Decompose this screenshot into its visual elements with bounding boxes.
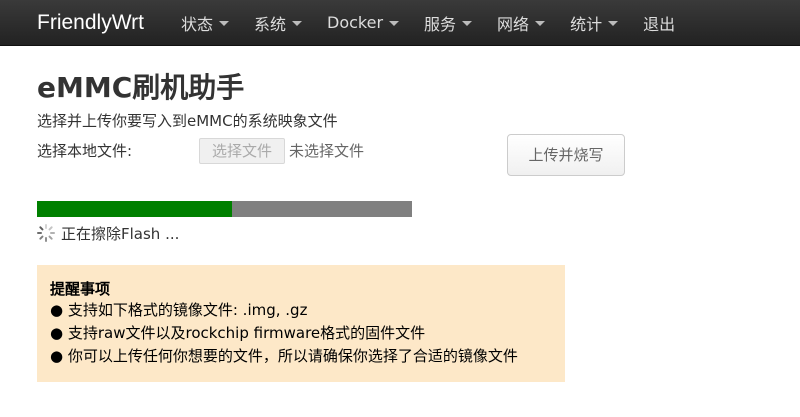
nav-services[interactable]: 服务 [424,0,473,46]
caret-down-icon [608,21,619,26]
page-subtitle: 选择并上传你要写入到eMMC的系统映象文件 [37,112,338,130]
brand-logo[interactable]: FriendlyWrt [37,0,144,46]
nav-network-label: 网络 [497,14,530,34]
nav-statistics[interactable]: 统计 [570,0,619,46]
page-title: eMMC刷机助手 [37,71,245,104]
nav-services-label: 服务 [424,14,457,34]
choose-file-button[interactable]: 选择文件 [199,138,285,164]
upload-and-flash-button[interactable]: 上传并烧写 [507,134,625,176]
spinner-tick [37,232,42,234]
caret-down-icon [389,21,400,26]
spinner-tick [45,237,47,242]
nav-status[interactable]: 状态 [181,0,229,46]
progress-bar-fill [37,201,232,217]
spinner-tick [38,235,44,241]
upload-form: 选择本地文件: 选择文件 未选择文件 上传并烧写 [37,134,763,196]
spinner-tick [45,224,47,229]
file-field-label: 选择本地文件: [37,142,133,160]
progress-status-text: 正在擦除Flash ... [61,224,180,243]
nav-docker[interactable]: Docker [327,0,400,46]
spinner-tick [48,235,54,241]
spinner-tick [50,232,55,234]
notice-item: ● 支持如下格式的镜像文件: .img, .gz [50,301,308,319]
caret-down-icon [535,21,546,26]
nav-logout-label: 退出 [643,14,676,34]
file-status-text: 未选择文件 [289,142,365,160]
status-row: 正在擦除Flash ... [37,223,763,243]
main-content: eMMC刷机助手 选择并上传你要写入到eMMC的系统映象文件 选择本地文件: 选… [0,70,800,382]
top-navbar: FriendlyWrt 状态 系统 Docker 服务 网络 统计 退出 [0,0,800,46]
caret-down-icon [218,21,229,26]
loading-spinner-icon [37,224,55,242]
notice-box: 提醒事项 ● 支持如下格式的镜像文件: .img, .gz ● 支持raw文件以… [37,265,565,382]
nav-docker-label: Docker [327,13,384,32]
caret-down-icon [462,21,473,26]
nav-network[interactable]: 网络 [497,0,546,46]
caret-down-icon [292,21,302,26]
notice-item: ● 你可以上传任何你想要的文件，所以请确保你选择了合适的镜像文件 [50,347,518,365]
notice-item: ● 支持raw文件以及rockchip firmware格式的固件文件 [50,324,426,342]
nav-system-label: 系统 [253,14,286,34]
spinner-tick [48,225,54,231]
nav-status-label: 状态 [180,14,213,34]
nav-system[interactable]: 系统 [254,0,302,46]
progress-bar [37,201,412,217]
spinner-tick [38,225,44,231]
notice-title: 提醒事项 [50,280,111,298]
nav-logout[interactable]: 退出 [643,0,675,46]
nav-statistics-label: 统计 [570,14,603,34]
